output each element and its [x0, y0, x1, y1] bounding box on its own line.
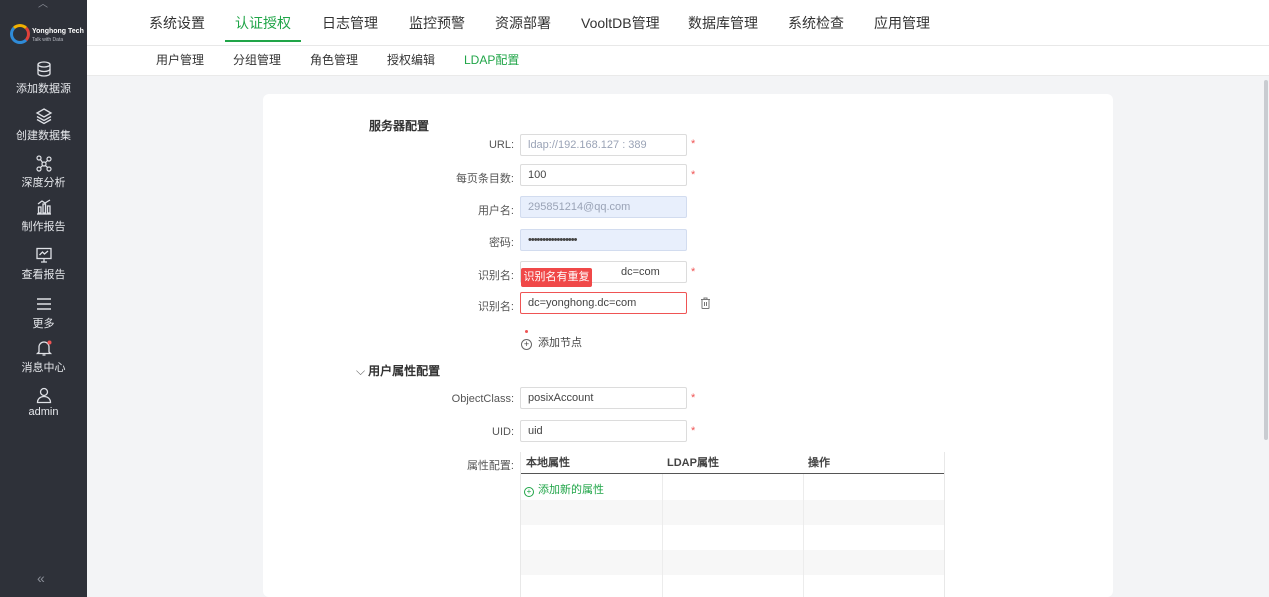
- table-row: [521, 525, 944, 550]
- scroll-up-icon[interactable]: ︿: [36, 0, 50, 10]
- sidebar-item-message-center[interactable]: 消息中心: [0, 339, 87, 383]
- tab-resource-deploy[interactable]: 资源部署: [495, 0, 551, 46]
- required-mark: *: [691, 425, 696, 437]
- objectclass-input[interactable]: posixAccount: [520, 387, 687, 409]
- objectclass-label: ObjectClass:: [451, 393, 514, 405]
- password-label: 密码:: [488, 237, 514, 249]
- report-chart-icon: [36, 199, 51, 215]
- column-divider: [803, 474, 804, 597]
- column-divider: [662, 474, 663, 597]
- scrollbar-thumb[interactable]: [1264, 80, 1268, 440]
- subtab-user-management[interactable]: 用户管理: [156, 46, 204, 76]
- logo-brand: Yonghong Tech: [32, 28, 84, 35]
- tab-system-check[interactable]: 系统检查: [788, 0, 844, 46]
- add-node-button[interactable]: + 添加节点: [521, 334, 582, 350]
- sidebar-item-label: 查看报告: [21, 269, 66, 281]
- url-input[interactable]: ldap://192.168.127 : 389: [520, 134, 687, 156]
- sidebar-item-more[interactable]: 更多: [0, 295, 87, 339]
- sidebar-item-label: 添加数据源: [16, 83, 71, 95]
- sidebar-item-add-datasource[interactable]: 添加数据源: [0, 60, 87, 104]
- tab-log-management[interactable]: 日志管理: [322, 0, 378, 46]
- table-row: [521, 575, 944, 597]
- server-config-title: 服务器配置: [369, 119, 430, 133]
- username-input[interactable]: 295851214@qq.com: [520, 196, 687, 218]
- sidebar: ︿ Yonghong Tech Talk with Data 添加数据源 创建数…: [0, 0, 87, 597]
- required-mark: *: [691, 392, 696, 404]
- sidebar-item-label: 创建数据集: [16, 130, 71, 142]
- subtab-auth-edit[interactable]: 授权编辑: [387, 46, 435, 76]
- sidebar-item-label: admin: [28, 406, 59, 418]
- page-size-input[interactable]: 100: [520, 164, 687, 186]
- required-mark: *: [691, 169, 696, 181]
- col-actions: 操作: [808, 457, 830, 469]
- col-local-attr: 本地属性: [526, 457, 570, 469]
- username-label: 用户名:: [477, 205, 514, 217]
- sidebar-item-deep-analysis[interactable]: 深度分析: [0, 154, 87, 198]
- tab-monitoring[interactable]: 监控预警: [409, 0, 465, 46]
- add-attribute-button[interactable]: + 添加新的属性: [524, 481, 604, 497]
- page-size-label: 每页条目数:: [455, 173, 514, 185]
- top-nav: 系统设置 认证授权 日志管理 监控预警 资源部署 VooltDB管理 数据库管理…: [87, 0, 1269, 46]
- subtab-ldap-config[interactable]: LDAP配置: [464, 46, 519, 76]
- sidebar-item-admin[interactable]: admin: [0, 386, 87, 430]
- sidebar-item-make-report[interactable]: 制作报告: [0, 198, 87, 242]
- add-attribute-label: 添加新的属性: [538, 484, 604, 496]
- logo: Yonghong Tech Talk with Data: [10, 22, 84, 46]
- dn-label-2: 识别名:: [477, 301, 514, 313]
- sidebar-item-view-report[interactable]: 查看报告: [0, 246, 87, 290]
- monitor-icon: [35, 247, 52, 263]
- url-label: URL:: [488, 139, 514, 151]
- collapse-sidebar-icon[interactable]: «: [37, 570, 45, 586]
- table-row: [521, 550, 944, 575]
- uid-label: UID:: [492, 426, 514, 438]
- user-attr-config-title[interactable]: ⌵ 用户属性配置: [356, 362, 440, 379]
- bell-icon: [35, 340, 52, 356]
- dn-input-2[interactable]: dc=yonghong.dc=com: [520, 292, 687, 314]
- database-icon: [36, 61, 51, 77]
- password-input[interactable]: •••••••••••••••••: [520, 229, 687, 251]
- uid-input[interactable]: uid: [520, 420, 687, 442]
- layers-icon: [35, 108, 52, 125]
- chevron-down-icon: ⌵: [356, 364, 366, 378]
- logo-tagline: Talk with Data: [32, 37, 64, 43]
- new-indicator-dot: [525, 330, 528, 333]
- sidebar-item-label: 更多: [32, 318, 55, 330]
- subtab-group-management[interactable]: 分组管理: [233, 46, 281, 76]
- attr-table: 本地属性 LDAP属性 操作 + 添加新的属性: [520, 452, 945, 597]
- add-node-label: 添加节点: [538, 337, 582, 349]
- user-icon: [36, 387, 51, 404]
- required-mark: *: [691, 138, 696, 150]
- sidebar-item-label: 制作报告: [21, 221, 66, 233]
- attr-table-header: 本地属性 LDAP属性 操作: [521, 452, 944, 474]
- menu-icon: [36, 298, 51, 310]
- tab-vooltdb[interactable]: VooltDB管理: [581, 0, 660, 46]
- logo-ring-icon: [10, 24, 30, 44]
- table-row: [521, 500, 944, 525]
- subtab-role-management[interactable]: 角色管理: [310, 46, 358, 76]
- user-attr-config-label: 用户属性配置: [368, 364, 441, 378]
- tab-auth[interactable]: 认证授权: [225, 0, 301, 46]
- plus-circle-icon: +: [521, 339, 532, 350]
- analysis-nodes-icon: [35, 155, 52, 172]
- dn-label-1: 识别名:: [477, 270, 514, 282]
- col-ldap-attr: LDAP属性: [667, 457, 719, 469]
- trash-icon[interactable]: [700, 297, 711, 309]
- attr-config-label: 属性配置:: [466, 460, 514, 472]
- plus-circle-icon: +: [524, 487, 534, 497]
- required-mark: *: [691, 266, 696, 278]
- tab-app-management[interactable]: 应用管理: [874, 0, 930, 46]
- dn-duplicate-error-tooltip: 识别名有重复: [521, 268, 592, 287]
- sub-nav: 用户管理 分组管理 角色管理 授权编辑 LDAP配置: [87, 46, 1269, 76]
- sidebar-item-label: 消息中心: [21, 362, 66, 374]
- sidebar-item-label: 深度分析: [21, 177, 66, 189]
- tab-system-settings[interactable]: 系统设置: [149, 0, 205, 46]
- sidebar-item-create-dataset[interactable]: 创建数据集: [0, 107, 87, 151]
- tab-database-management[interactable]: 数据库管理: [688, 0, 758, 46]
